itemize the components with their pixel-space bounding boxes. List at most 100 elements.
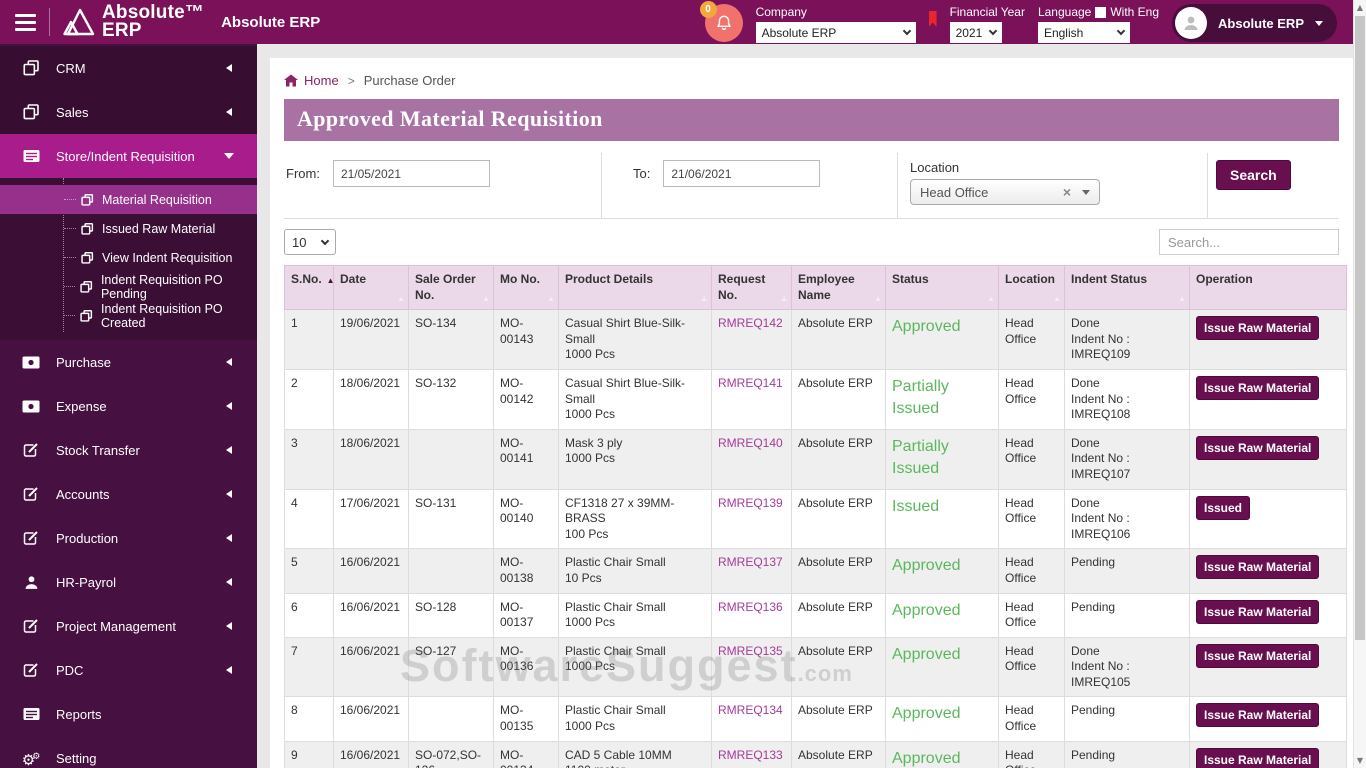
page-size-select[interactable]: 10 (284, 229, 336, 255)
column-header-mo-no[interactable]: Mo No. (493, 264, 559, 311)
sidebar-item-production[interactable]: Production (0, 516, 257, 560)
request-no-link[interactable]: RMREQ133 (718, 748, 783, 762)
sidebar-item-label: PDC (56, 662, 84, 678)
request-no-link[interactable]: RMREQ142 (718, 316, 783, 330)
sidebar-item-store-indent-requisition[interactable]: Store/Indent Requisition (0, 134, 257, 178)
from-date-input[interactable] (332, 160, 490, 187)
column-header-location[interactable]: Location (998, 264, 1065, 311)
column-header-sno[interactable]: S.No. ▲ (284, 264, 335, 311)
issue-raw-material-button[interactable]: Issue Raw Material (1196, 643, 1320, 668)
hamburger-menu-icon[interactable] (15, 10, 36, 35)
language-select[interactable]: English (1037, 22, 1130, 43)
cell-sale-order-no: SO-132 (408, 368, 494, 430)
notification-bell-button[interactable]: 0 (699, 1, 743, 42)
search-button[interactable]: Search (1216, 160, 1291, 190)
column-header-status[interactable]: Status (885, 264, 999, 311)
financial-year-label: Financial Year (949, 5, 1025, 19)
avatar (1175, 7, 1208, 39)
column-header-product-details[interactable]: Product Details (558, 264, 712, 311)
request-no-link[interactable]: RMREQ136 (718, 600, 783, 614)
scrollbar-up-arrow-icon[interactable]: ▲ (1354, 3, 1366, 12)
issue-raw-material-button[interactable]: Issue Raw Material (1196, 703, 1320, 728)
column-header-indent-status[interactable]: Indent Status (1064, 264, 1190, 311)
user-menu-button[interactable]: Absolute ERP (1172, 4, 1337, 42)
cell-indent-status: Done Indent No : IMREQ107 (1064, 428, 1190, 490)
sidebar-item-hr-payrol[interactable]: HR-Payrol (0, 560, 257, 604)
cell-status: Partially Issued (885, 368, 999, 430)
user-name-label: Absolute ERP (1218, 15, 1304, 31)
cell-employee-name: Absolute ERP (791, 368, 886, 430)
request-no-link[interactable]: RMREQ137 (718, 555, 783, 569)
scrollbar-down-arrow-icon[interactable]: ▼ (1354, 756, 1366, 765)
company-label: Company (755, 5, 807, 19)
column-header-date[interactable]: Date (333, 264, 409, 311)
cell-indent-status: Pending (1064, 548, 1190, 594)
request-no-link[interactable]: RMREQ141 (718, 376, 783, 390)
column-header-employee-name[interactable]: Employee Name (791, 264, 886, 311)
table-search-input[interactable] (1159, 229, 1339, 255)
sidebar: CRM Sales Store/Indent Requisition Mater… (0, 44, 257, 768)
sidebar-item-pdc[interactable]: PDC (0, 648, 257, 692)
table-row: 5 16/06/2021 MO-00138 Plastic Chair Smal… (284, 548, 1347, 594)
to-date-input[interactable] (663, 160, 821, 187)
sidebar-subitem-material-requisition[interactable]: Material Requisition (0, 185, 257, 214)
cell-location: Head Office (998, 592, 1065, 638)
cell-operation: Issue Raw Material (1189, 428, 1347, 490)
product-name: Plastic Chair Small (565, 555, 666, 570)
issue-raw-material-button[interactable]: Issue Raw Material (1196, 555, 1320, 580)
company-select[interactable]: Absolute ERP (755, 22, 916, 43)
sidebar-subitem-indent-requisition-po-created[interactable]: Indent Requisition PO Created (0, 301, 257, 330)
table-row: 7 16/06/2021 SO-127 MO-00136 Plastic Cha… (284, 636, 1347, 698)
cell-operation: Issue Raw Material (1189, 592, 1347, 638)
cell-location: Head Office (998, 488, 1065, 550)
cell-indent-status: Pending (1064, 592, 1190, 638)
breadcrumb-home-link[interactable]: Home (284, 73, 339, 88)
issue-raw-material-button[interactable]: Issued (1196, 495, 1251, 520)
request-no-link[interactable]: RMREQ139 (718, 496, 783, 510)
issue-raw-material-button[interactable]: Issue Raw Material (1196, 435, 1320, 460)
table-body: 1 19/06/2021 SO-134 MO-00143 Casual Shir… (284, 309, 1347, 768)
sidebar-subitem-view-indent-requisition[interactable]: View Indent Requisition (0, 243, 257, 272)
caret-down-icon (1315, 20, 1323, 26)
cell-request-no: RMREQ140 (711, 428, 792, 490)
sidebar-subitem-issued-raw-material[interactable]: Issued Raw Material (0, 214, 257, 243)
request-no-link[interactable]: RMREQ134 (718, 703, 783, 717)
edit-icon (21, 618, 41, 634)
issue-raw-material-button[interactable]: Issue Raw Material (1196, 316, 1320, 341)
sidebar-item-expense[interactable]: Expense (0, 384, 257, 428)
table-row: 8 16/06/2021 MO-00135 Plastic Chair Smal… (284, 696, 1347, 742)
brand-logo-text: Absolute™ ERP (102, 3, 204, 40)
pages-icon (80, 309, 93, 322)
company-group: Company Absolute ERP (755, 1, 916, 43)
sidebar-item-reports[interactable]: Reports (0, 692, 257, 736)
issue-raw-material-button[interactable]: Issue Raw Material (1196, 375, 1320, 400)
sidebar-item-crm[interactable]: CRM (0, 46, 257, 90)
cell-mo-no: MO-00141 (493, 428, 559, 490)
clear-selection-icon[interactable]: × (1063, 184, 1071, 200)
sidebar-item-purchase[interactable]: Purchase (0, 340, 257, 384)
location-select[interactable]: Head Office × (910, 179, 1100, 205)
table-header-row: S.No.▲ Date Sale Order No. Mo No. Produc… (284, 264, 1347, 311)
content-card: Home > Purchase Order Approved Material … (270, 58, 1353, 768)
issue-raw-material-button[interactable]: Issue Raw Material (1196, 599, 1320, 624)
column-header-request-no[interactable]: Request No. (711, 264, 792, 311)
column-header-sale-order-no[interactable]: Sale Order No. (408, 264, 494, 311)
sidebar-item-label: Accounts (56, 486, 110, 502)
page-scrollbar[interactable]: ▲ ▼ (1353, 0, 1366, 768)
sidebar-item-setting[interactable]: ⚙⚙ Setting (0, 736, 257, 768)
sidebar-item-label: Reports (56, 706, 102, 722)
request-no-link[interactable]: RMREQ135 (718, 644, 783, 658)
cell-date: 16/06/2021 (333, 592, 409, 638)
sidebar-item-sales[interactable]: Sales (0, 90, 257, 134)
scrollbar-thumb[interactable] (1355, 16, 1365, 640)
with-eng-checkbox[interactable] (1095, 6, 1107, 18)
cell-date: 18/06/2021 (333, 368, 409, 430)
sidebar-item-project-management[interactable]: Project Management (0, 604, 257, 648)
sidebar-subitem-indent-requisition-po-pending[interactable]: Indent Requisition PO Pending (0, 272, 257, 301)
sidebar-item-label: Stock Transfer (56, 442, 140, 458)
sidebar-item-stock-transfer[interactable]: Stock Transfer (0, 428, 257, 472)
issue-raw-material-button[interactable]: Issue Raw Material (1196, 747, 1320, 768)
financial-year-select[interactable]: 2021 (949, 22, 1002, 43)
request-no-link[interactable]: RMREQ140 (718, 436, 783, 450)
sidebar-item-accounts[interactable]: Accounts (0, 472, 257, 516)
